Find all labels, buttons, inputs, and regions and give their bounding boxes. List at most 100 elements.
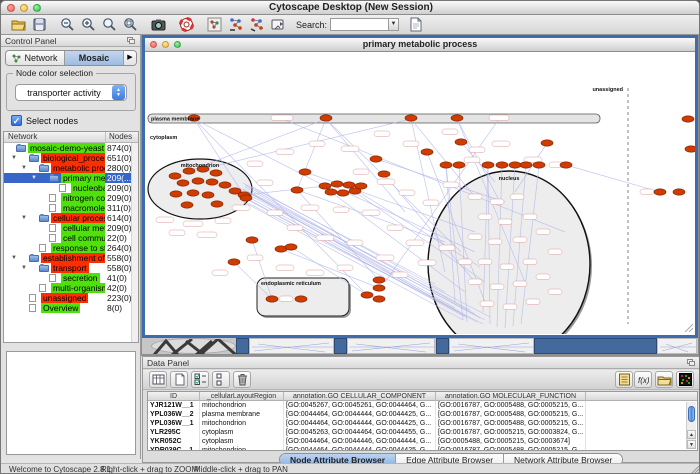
background-window-fragment[interactable]	[449, 338, 534, 354]
new-attribute-icon[interactable]	[170, 371, 188, 388]
disclosure-triangle-icon[interactable]: ▼	[21, 265, 27, 271]
delete-attribute-icon[interactable]	[233, 371, 251, 388]
column-header[interactable]	[586, 392, 697, 401]
window-titlebar[interactable]: Cytoscape Desktop (New Session)	[1, 1, 700, 15]
view-settings-icon[interactable]	[269, 16, 286, 33]
network-canvas[interactable]: plasma membranecytoplasmmitochondrionnuc…	[145, 52, 695, 334]
tree-row[interactable]: ▼transport558(0)	[4, 263, 138, 273]
unselect-attributes-icon[interactable]	[212, 371, 230, 388]
background-window-fragment[interactable]	[249, 338, 334, 354]
disclosure-triangle-icon[interactable]: ▼	[21, 215, 27, 221]
export-network-icon[interactable]	[248, 16, 265, 33]
tree-row[interactable]: Overview8(0)	[4, 303, 138, 313]
background-window-fragment[interactable]	[236, 338, 249, 354]
background-window-fragment[interactable]	[436, 338, 449, 354]
tree-row[interactable]: ▼metabolic process280(0)	[4, 163, 138, 173]
import-attributes-icon[interactable]	[655, 371, 673, 388]
tab-network[interactable]: Network	[6, 51, 65, 65]
open-file-icon[interactable]	[10, 16, 27, 33]
table-cell[interactable]: [GO:0016787, GO:0005488, GO:0005215, G..…	[436, 446, 586, 451]
tree-row[interactable]: unassigned223(0)	[4, 293, 138, 303]
scroll-down-icon[interactable]: ▼	[687, 440, 696, 449]
formula-builder-icon[interactable]: f(x)	[634, 371, 652, 388]
table-cell[interactable]: [GO:0044464, GO:0044444, GO:0044425, G..…	[284, 410, 436, 419]
tree-row[interactable]: response to stimulu264(0)	[4, 243, 138, 253]
table-row[interactable]: YPL036W__1mitochondrion[GO:0044464, GO:0…	[148, 419, 697, 428]
tab-mosaic[interactable]: Mosaic	[65, 51, 124, 65]
select-nodes-checkbox[interactable]: ✓	[11, 115, 22, 126]
tab-overflow-arrow-icon[interactable]: ▶	[124, 51, 136, 65]
table-cell[interactable]: YJR121W__1	[148, 401, 200, 410]
column-header[interactable]: _cellularLayoutRegion	[200, 392, 284, 401]
table-scrollbar[interactable]: ▲ ▼	[686, 402, 696, 449]
table-row[interactable]: YJR121W__1mitochondrion[GO:0045267, GO:0…	[148, 401, 697, 410]
scroll-up-icon[interactable]: ▲	[687, 430, 696, 439]
tree-row[interactable]: cell communicat22(0)	[4, 233, 138, 243]
search-input[interactable]	[330, 18, 388, 31]
table-cell[interactable]: [GO:0044464, GO:0044446, GO:0044444, G..…	[284, 437, 436, 446]
tree-scrollbar[interactable]	[131, 143, 138, 342]
background-window-fragment[interactable]	[657, 338, 697, 354]
data-panel-float-icon[interactable]	[687, 359, 696, 367]
disclosure-triangle-icon[interactable]: ▼	[21, 165, 27, 171]
tree-row[interactable]: ▼biological_process651(0)	[4, 153, 138, 163]
table-cell[interactable]: mitochondrion	[200, 401, 284, 410]
save-icon[interactable]	[31, 16, 48, 33]
table-cell[interactable]: [GO:0016787, GO:0005488, GO:0005215, G..…	[436, 410, 586, 419]
search-dropdown-arrow-icon[interactable]: ▼	[388, 18, 399, 31]
tree-row[interactable]: ▼primary metabol209(...	[4, 173, 138, 183]
import-network-icon[interactable]	[227, 16, 244, 33]
tree-row[interactable]: cellular metabol209(0)	[4, 223, 138, 233]
disclosure-triangle-icon[interactable]: ▼	[31, 175, 37, 181]
tree-row[interactable]: ▼establishment of lo558(0)	[4, 253, 138, 263]
table-cell[interactable]: cytoplasm	[200, 428, 284, 437]
snapshot-camera-icon[interactable]	[150, 16, 167, 33]
background-window-fragment[interactable]	[534, 338, 657, 354]
window-resize-grip[interactable]	[690, 465, 700, 474]
attribute-document-icon[interactable]	[407, 16, 424, 33]
birds-eye-view[interactable]	[6, 351, 136, 455]
table-cell[interactable]: YKR052C	[148, 437, 200, 446]
matrix-heatmap-icon[interactable]	[676, 371, 694, 388]
table-cell[interactable]: [GO:0045263, GO:0044464, GO:0044455, G..…	[284, 428, 436, 437]
zoom-out-icon[interactable]	[59, 16, 76, 33]
table-row[interactable]: YDR039C__1mitochondrion[GO:0044464, GO:0…	[148, 446, 697, 451]
column-header[interactable]: ID	[148, 392, 200, 401]
tree-row[interactable]: nitrogen compo209(0)	[4, 193, 138, 203]
tree-row[interactable]: ▼cellular process614(0)	[4, 213, 138, 223]
table-row[interactable]: YKR052Ccytoplasm[GO:0044464, GO:0044446,…	[148, 437, 697, 446]
table-cell[interactable]: plasma membrane	[200, 410, 284, 419]
table-cell[interactable]	[586, 401, 697, 410]
node-color-dropdown[interactable]: transporter activity ▲▼	[15, 84, 127, 101]
zoom-fit-icon[interactable]	[122, 16, 139, 33]
table-cell[interactable]: [GO:0005488, GO:0005215, GO:0003674]	[436, 437, 586, 446]
table-cell[interactable]	[586, 428, 697, 437]
notes-icon[interactable]	[615, 371, 633, 388]
table-cell[interactable]	[586, 437, 697, 446]
table-cell[interactable]: YDR039C__1	[148, 446, 200, 451]
table-cell[interactable]: [GO:0016787, GO:0005488, GO:0005215, G..…	[436, 401, 586, 410]
network-overview-icon[interactable]	[206, 16, 223, 33]
table-cell[interactable]	[586, 446, 697, 451]
column-header[interactable]: annotation.GO MOLECULAR_FUNCTION	[436, 392, 586, 401]
background-window-fragment[interactable]	[151, 338, 236, 354]
table-row[interactable]: YPL036W__2plasma membrane[GO:0044464, GO…	[148, 410, 697, 419]
table-cell[interactable]: [GO:0016787, GO:0005215, GO:0003824, G..…	[436, 428, 586, 437]
table-row[interactable]: YLR295Ccytoplasm[GO:0045263, GO:0044464,…	[148, 428, 697, 437]
table-cell[interactable]: [GO:0044464, GO:0044444, GO:0044425, G..…	[284, 446, 436, 451]
zoom-in-icon[interactable]	[80, 16, 97, 33]
help-lifesaver-icon[interactable]	[178, 16, 195, 33]
background-window-fragment[interactable]	[334, 338, 347, 354]
table-cell[interactable]: cytoplasm	[200, 437, 284, 446]
column-layout-icon[interactable]	[149, 371, 167, 388]
table-cell[interactable]	[586, 410, 697, 419]
tree-row[interactable]: macromolecule311(0)	[4, 203, 138, 213]
column-header[interactable]: annotation.GO CELLULAR_COMPONENT	[284, 392, 436, 401]
network-view-titlebar[interactable]: primary metabolic process	[145, 38, 695, 52]
table-cell[interactable]: YPL036W__2	[148, 410, 200, 419]
zoom-selected-icon[interactable]	[101, 16, 118, 33]
table-cell[interactable]: [GO:0044464, GO:0044444, GO:0044425, G..…	[284, 419, 436, 428]
table-cell[interactable]	[586, 419, 697, 428]
table-cell[interactable]: mitochondrion	[200, 446, 284, 451]
table-cell[interactable]: [GO:0045267, GO:0045261, GO:0044464, G..…	[284, 401, 436, 410]
